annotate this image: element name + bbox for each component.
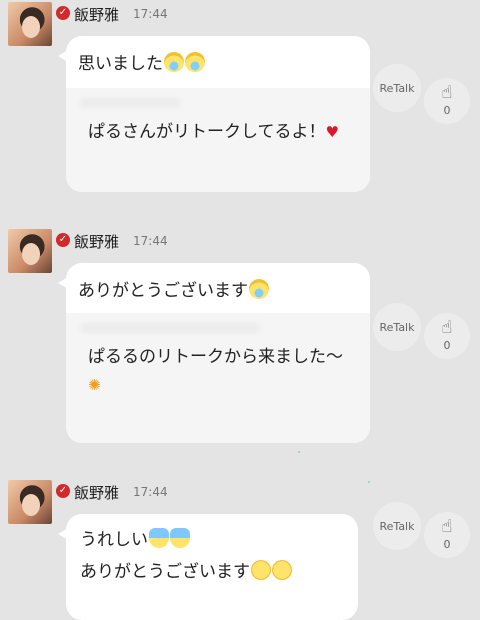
clap-button[interactable]: ☝ 0 — [424, 512, 470, 558]
check-badge-icon: ✓ — [56, 233, 70, 247]
talk-post: ✓ 飯野雅 17:44 ありがとうございます ぱるるのリトークから来ました〜✺ … — [0, 229, 480, 444]
username: 飯野雅 — [74, 484, 120, 502]
check-badge-icon: ✓ — [56, 6, 70, 20]
message-bubble: 思いました ぱるさんがリトークしてるよ！♥ — [58, 36, 370, 192]
message-text: ありがとうございます — [78, 281, 248, 301]
avatar[interactable] — [8, 229, 52, 273]
crying-face-emoji — [164, 52, 184, 72]
clapping-hands-icon: ☝ — [441, 317, 453, 338]
username: 飯野雅 — [74, 233, 120, 251]
clap-count: 0 — [443, 538, 451, 551]
quoted-text: ぱるるのリトークから来ました〜 — [88, 347, 343, 367]
check-badge-icon: ✓ — [56, 484, 70, 498]
clap-count: 0 — [443, 104, 451, 117]
decorative-dot — [368, 481, 370, 483]
message-text: うれしい — [80, 530, 148, 550]
timestamp: 17:44 — [133, 7, 168, 21]
dizzy-face-emoji — [272, 560, 292, 580]
timestamp: 17:44 — [133, 485, 168, 499]
retalk-button[interactable]: ReTalk — [373, 64, 421, 112]
avatar[interactable] — [8, 2, 52, 46]
quoted-username-blurred — [80, 323, 260, 333]
message-bubble: うれしい ありがとうございます — [58, 514, 358, 620]
quoted-text: ぱるさんがリトークしてるよ！ — [88, 122, 326, 142]
flower-icon: ✺ — [88, 376, 101, 394]
message-bubble: ありがとうございます ぱるるのリトークから来ました〜 ✺ — [58, 263, 370, 443]
quoted-post[interactable]: ぱるるのリトークから来ました〜 ✺ — [66, 313, 370, 443]
talk-post: ✓ 飯野雅 17:44 うれしい ありがとうございます ReTalk ☝ 0 — [0, 480, 480, 620]
crying-face-emoji — [249, 279, 269, 299]
screaming-face-emoji — [149, 528, 169, 548]
screaming-face-emoji — [170, 528, 190, 548]
crying-face-emoji — [185, 52, 205, 72]
username: 飯野雅 — [74, 6, 120, 24]
retalk-button[interactable]: ReTalk — [373, 502, 421, 550]
clap-button[interactable]: ☝ 0 — [424, 313, 470, 359]
message-text: 思いました — [78, 54, 163, 74]
retalk-button[interactable]: ReTalk — [373, 303, 421, 351]
message-text: ありがとうございます — [80, 562, 250, 582]
avatar[interactable] — [8, 480, 52, 524]
decorative-dot — [298, 451, 300, 453]
clap-button[interactable]: ☝ 0 — [424, 78, 470, 124]
clap-count: 0 — [443, 339, 451, 352]
talk-post: ✓ 飯野雅 17:44 思いました ぱるさんがリトークしてるよ！♥ ReTalk… — [0, 2, 480, 192]
heart-icon: ♥ — [325, 123, 339, 141]
clapping-hands-icon: ☝ — [441, 516, 453, 537]
timestamp: 17:44 — [133, 234, 168, 248]
clapping-hands-icon: ☝ — [441, 82, 453, 103]
quoted-username-blurred — [80, 98, 180, 108]
quoted-post[interactable]: ぱるさんがリトークしてるよ！♥ — [66, 88, 370, 192]
dizzy-face-emoji — [251, 560, 271, 580]
